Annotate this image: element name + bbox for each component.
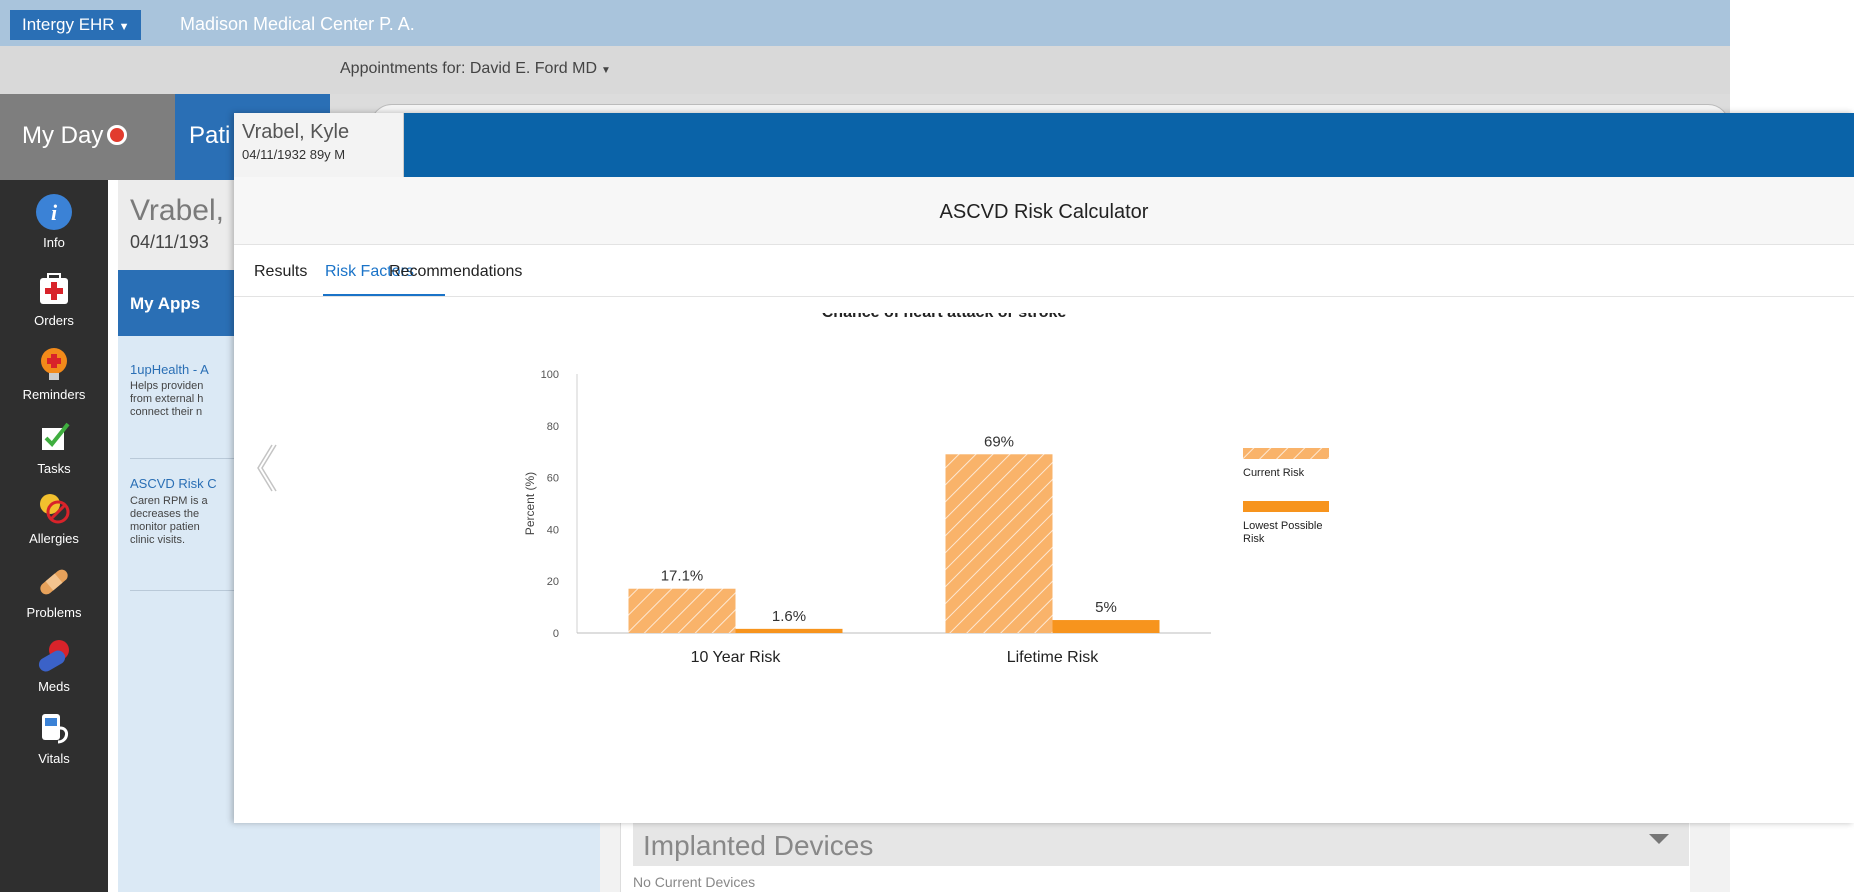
sidebar-item-label: Reminders — [22, 387, 86, 402]
legend-swatch — [1243, 501, 1329, 512]
app-link-ascvd[interactable]: ASCVD Risk C — [130, 476, 217, 491]
sidebar-item-allergies[interactable]: Allergies — [0, 488, 108, 546]
bar — [1052, 620, 1160, 633]
chevron-down-icon[interactable] — [1649, 834, 1669, 844]
app-description: Helps providen from external h connect t… — [130, 380, 204, 418]
checklist-icon — [34, 418, 74, 458]
sidebar-item-info[interactable]: i Info — [0, 192, 108, 250]
modal-title-bar: ASCVD Risk Calculator — [234, 177, 1854, 245]
modal-header-bar: Vrabel, Kyle 04/11/1932 89y M — [234, 113, 1854, 177]
bar — [735, 628, 843, 633]
app-header: Intergy EHR ▼ Madison Medical Center P. A… — [0, 0, 1730, 46]
implanted-devices-header[interactable]: Implanted Devices — [633, 822, 1689, 866]
x-tick-label: 10 Year Risk — [691, 649, 782, 666]
sidebar-item-label: Problems — [26, 605, 82, 620]
modal-patient-info: 04/11/1932 89y M — [242, 147, 346, 162]
practice-name: Madison Medical Center P. A. — [180, 14, 415, 34]
appointments-provider: David E. Ford MD — [469, 60, 597, 77]
pills-icon — [34, 636, 74, 676]
tab-recommendations[interactable]: Recommendations — [389, 263, 522, 281]
y-tick-label: 60 — [547, 473, 559, 485]
app-description: Caren RPM is a decreases the monitor pat… — [130, 495, 208, 546]
legend-label: Risk — [1243, 533, 1265, 545]
appointments-bar: Appointments for: David E. Ford MD ▼ — [0, 46, 1730, 94]
sidebar-item-label: Orders — [34, 313, 74, 328]
sidebar-item-problems[interactable]: Problems — [0, 562, 108, 620]
sidebar-item-label: Tasks — [37, 461, 71, 476]
sidebar-item-vitals[interactable]: Vitals — [0, 708, 108, 766]
modal-patient-name: Vrabel, Kyle — [242, 121, 350, 143]
chevron-down-icon: ▼ — [118, 21, 130, 33]
info-icon: i — [34, 192, 74, 232]
legend-label: Current Risk — [1243, 467, 1305, 479]
modal-tabs: Results Risk Factors Recommendations — [234, 245, 1854, 297]
tab-my-day[interactable]: My Day — [0, 94, 175, 180]
tab-patients-label: Pati — [189, 122, 231, 149]
sidebar-item-label: Meds — [38, 679, 70, 694]
lightbulb-icon — [34, 344, 74, 384]
bar — [628, 588, 736, 633]
vitals-icon — [34, 708, 74, 748]
y-tick-label: 20 — [547, 576, 559, 588]
y-axis-label: Percent (%) — [523, 472, 537, 535]
appointments-provider-select[interactable]: Appointments for: David E. Ford MD ▼ — [340, 60, 611, 78]
modal-title: ASCVD Risk Calculator — [939, 201, 1149, 223]
sidebar-item-label: Allergies — [29, 531, 79, 546]
app-switcher-button[interactable]: Intergy EHR ▼ — [10, 10, 142, 40]
patient-dob: 04/11/193 — [130, 232, 209, 252]
legend-label: Lowest Possible — [1243, 520, 1323, 532]
legend-swatch — [1243, 448, 1329, 459]
appointments-prefix: Appointments for: — [340, 60, 466, 77]
sidebar-item-tasks[interactable]: Tasks — [0, 418, 108, 476]
sidebar-item-label: Vitals — [38, 751, 70, 766]
data-label: 17.1% — [661, 568, 704, 585]
ascvd-modal: Vrabel, Kyle 04/11/1932 89y M ASCVD Risk… — [234, 113, 1854, 823]
chevron-down-icon: ▼ — [601, 65, 611, 76]
tab-results[interactable]: Results — [254, 263, 307, 281]
alert-dot-icon — [107, 125, 128, 145]
active-tab-indicator — [323, 294, 445, 296]
risk-chart: Chance of heart attack or stroke 0 20 40 60 8… — [523, 313, 1329, 666]
y-tick-label: 100 — [541, 369, 559, 381]
chart-title: Chance of heart attack or stroke — [822, 313, 1067, 321]
screen: Intergy EHR ▼ Madison Medical Center P. A… — [0, 0, 1854, 892]
sidebar-item-meds[interactable]: Meds — [0, 636, 108, 694]
y-tick-label: 40 — [547, 524, 559, 536]
bandage-icon — [34, 562, 74, 602]
data-label: 1.6% — [772, 608, 806, 625]
bar — [945, 454, 1053, 633]
sidebar-item-label: Info — [43, 235, 65, 250]
y-tick-label: 80 — [547, 421, 559, 433]
x-tick-label: Lifetime Risk — [1007, 649, 1100, 666]
implanted-devices-empty: No Current Devices — [633, 874, 756, 890]
tab-my-day-label: My Day — [22, 122, 104, 149]
y-tick-label: 0 — [553, 628, 559, 640]
data-label: 69% — [984, 433, 1014, 450]
sidebar-item-orders[interactable]: Orders — [0, 270, 108, 328]
modal-patient-card: Vrabel, Kyle 04/11/1932 89y M — [234, 113, 404, 177]
svg-text:i: i — [51, 200, 58, 225]
allergy-icon — [34, 488, 74, 528]
sidebar-item-reminders[interactable]: Reminders — [0, 344, 108, 402]
data-label: 5% — [1095, 599, 1117, 616]
sidebar: i Info Orders Reminders Tasks Allergies … — [0, 180, 108, 892]
implanted-devices-title: Implanted Devices — [643, 830, 874, 861]
app-link-1uphealth[interactable]: 1upHealth - A — [130, 362, 209, 377]
brand-label: Intergy EHR — [22, 15, 115, 34]
medical-kit-icon — [34, 270, 74, 310]
